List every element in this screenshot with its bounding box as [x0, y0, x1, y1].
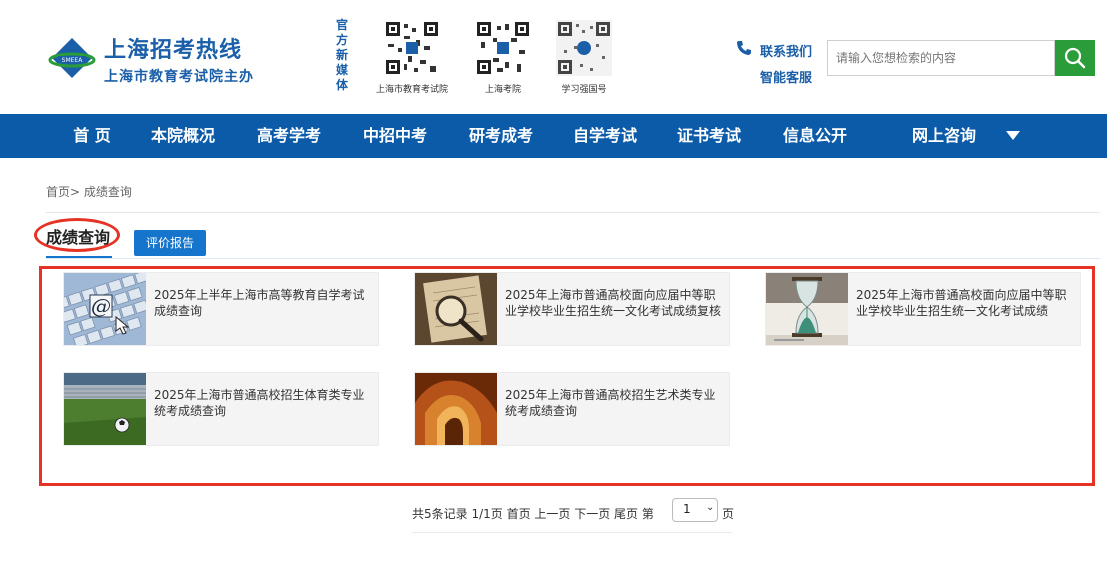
page-suffix: 页 [722, 507, 735, 521]
stadium-image [64, 373, 146, 445]
nav-item-home[interactable]: 首 页 [62, 114, 122, 158]
arches-image [415, 373, 497, 445]
search-button[interactable] [1055, 40, 1095, 76]
nav-item-disclosure[interactable]: 信息公开 [774, 114, 856, 158]
qr-code-xuexi-qiangguo [556, 20, 612, 76]
contact-us-link[interactable]: 联系我们 [760, 40, 812, 66]
svg-text:@: @ [91, 294, 111, 318]
qr-code-exam-institute [384, 20, 440, 76]
result-title[interactable]: 2025年上海市普通高校面向应届中等职业学校毕业生招生统一文化考试成绩 [856, 287, 1078, 319]
tab-evaluation-report[interactable]: 评价报告 [134, 230, 206, 256]
nav-item-yankao[interactable]: 研考成考 [460, 114, 542, 158]
highlight-circle [34, 218, 120, 252]
qr-caption-exam-institute: 上海市教育考试院 [375, 85, 448, 95]
search-input[interactable] [827, 40, 1055, 76]
breadcrumb[interactable]: 首页> 成绩查询 [46, 183, 132, 200]
nav-item-about[interactable]: 本院概况 [142, 114, 224, 158]
result-title[interactable]: 2025年上海市普通高校招生体育类专业统考成绩查询 [154, 387, 376, 419]
search-icon [1064, 47, 1086, 69]
qr-code-shanghai-kaoyuan [475, 20, 531, 76]
dropdown-arrow-icon[interactable] [1006, 131, 1020, 140]
keyboard-at-image: @ [64, 273, 146, 345]
magnifier-image [415, 273, 497, 345]
smart-service-link[interactable]: 智能客服 [760, 66, 812, 92]
result-card[interactable]: 2025年上海市普通高校面向应届中等职业学校毕业生招生统一文化考试成绩 [765, 272, 1081, 346]
nav-item-gaokao[interactable]: 高考学考 [248, 114, 330, 158]
svg-text:SMEEA: SMEEA [62, 57, 84, 64]
phone-icon [736, 40, 752, 60]
pagination-summary[interactable]: 共5条记录 1/1页 首页 上一页 下一页 尾页 第 [412, 505, 654, 522]
page-select-value: 1 [683, 502, 691, 516]
result-card[interactable]: @ 2025年上半年上海市高等教育自学考试成绩查询 [63, 272, 379, 346]
result-title[interactable]: 2025年上半年上海市高等教育自学考试成绩查询 [154, 287, 376, 319]
official-media-label: 官方新媒体 [335, 18, 348, 92]
site-logo-icon[interactable]: SMEEA [48, 36, 96, 84]
chevron-down-icon: ⌄ [706, 502, 715, 513]
site-title[interactable]: 上海招考热线 [104, 32, 242, 64]
divider [46, 212, 1100, 213]
result-title[interactable]: 2025年上海市普通高校招生艺术类专业统考成绩查询 [505, 387, 727, 419]
tab-divider [46, 258, 1100, 259]
result-card[interactable]: 2025年上海市普通高校招生艺术类专业统考成绩查询 [414, 372, 730, 446]
site-subtitle: 上海市教育考试院主办 [104, 69, 254, 85]
result-card[interactable]: 2025年上海市普通高校招生体育类专业统考成绩查询 [63, 372, 379, 446]
nav-item-zhongkao[interactable]: 中招中考 [354, 114, 436, 158]
result-title[interactable]: 2025年上海市普通高校面向应届中等职业学校毕业生招生统一文化考试成绩复核 [505, 287, 727, 319]
qr-caption-xuexi: 学习强国号 [561, 85, 607, 95]
main-nav: 首 页 本院概况 高考学考 中招中考 研考成考 自学考试 证书考试 信息公开 网… [0, 114, 1107, 158]
nav-item-certificate[interactable]: 证书考试 [668, 114, 750, 158]
nav-item-self-study[interactable]: 自学考试 [564, 114, 646, 158]
hourglass-image [766, 273, 848, 345]
nav-item-online-consult[interactable]: 网上咨询 [900, 114, 988, 158]
result-card[interactable]: 2025年上海市普通高校面向应届中等职业学校毕业生招生统一文化考试成绩复核 [414, 272, 730, 346]
divider [412, 532, 732, 533]
qr-caption-kaoyuan: 上海考院 [484, 85, 521, 95]
